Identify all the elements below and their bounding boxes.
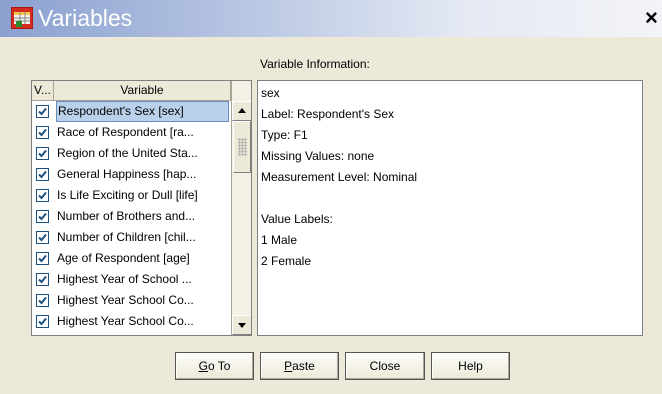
variable-label: Age of Respondent [age] [57,251,190,265]
variable-list[interactable]: V... Variable Respondent's Sex [sex] Race… [31,80,252,336]
variable-information-panel[interactable]: sex Label: Respondent's Sex Type: F1 Missin… [257,80,643,336]
list-scrollbar[interactable] [231,81,251,335]
checkbox[interactable] [36,294,49,307]
spss-variables-icon [10,6,34,30]
variable-label: Region of the United Sta... [57,146,198,160]
scroll-up-button[interactable] [232,101,251,121]
info-line: sex [261,86,280,100]
title-bar: Variables × [0,0,662,37]
scroll-thumb[interactable] [233,121,251,173]
variable-label: Number of Brothers and... [57,209,196,223]
list-item[interactable]: Is Life Exciting or Dull [life] [32,185,231,206]
list-item[interactable]: Respondent's Sex [sex] [32,101,231,122]
info-line: 2 Female [261,254,312,268]
checkmark-icon [38,170,47,179]
checkbox[interactable] [36,168,49,181]
list-item[interactable]: Number of Children [chil... [32,227,231,248]
info-line: Type: F1 [261,128,308,142]
checkmark-icon [38,275,47,284]
column-header-visible[interactable]: V... [32,81,54,101]
variable-information-caption: Variable Information: [260,57,370,71]
list-item[interactable]: General Happiness [hap... [32,164,231,185]
list-rows: Respondent's Sex [sex] Race of Respondent… [32,101,231,332]
paste-button[interactable]: Paste [260,352,339,380]
column-header-variable[interactable]: Variable [54,81,231,101]
info-line: 1 Male [261,233,298,247]
checkbox[interactable] [36,231,49,244]
checkmark-icon [38,191,47,200]
window-title: Variables [38,5,133,31]
checkmark-icon [38,107,47,116]
checkbox[interactable] [36,126,49,139]
list-item[interactable]: Highest Year of School ... [32,269,231,290]
checkmark-icon [38,317,47,326]
checkbox[interactable] [36,252,49,265]
variable-label: Highest Year of School ... [57,272,192,286]
list-header: V... Variable [32,81,231,101]
arrow-up-icon [238,108,246,113]
go-to-button[interactable]: Go To [175,352,254,380]
variable-label: Highest Year School Co... [57,314,194,328]
list-item[interactable]: Age of Respondent [age] [32,248,231,269]
variable-label: General Happiness [hap... [57,167,197,181]
checkmark-icon [38,296,47,305]
info-line [261,188,642,209]
arrow-down-icon [238,323,246,328]
close-window-button[interactable]: × [645,3,662,33]
list-item[interactable]: Highest Year School Co... [32,290,231,311]
variable-label: Is Life Exciting or Dull [life] [57,188,198,202]
close-button[interactable]: Close [345,352,425,380]
checkbox[interactable] [36,105,49,118]
checkmark-icon [38,233,47,242]
checkbox[interactable] [36,273,49,286]
checkmark-icon [38,149,47,158]
list-item[interactable]: Number of Brothers and... [32,206,231,227]
checkmark-icon [38,128,47,137]
list-item[interactable]: Region of the United Sta... [32,143,231,164]
scroll-down-button[interactable] [232,315,251,335]
variable-label: Number of Children [chil... [57,230,196,244]
list-item[interactable]: Highest Year School Co... [32,311,231,332]
variable-label: Highest Year School Co... [57,293,194,307]
checkmark-icon [38,212,47,221]
info-line: Measurement Level: Nominal [261,170,418,184]
checkbox[interactable] [36,210,49,223]
checkbox[interactable] [36,315,49,328]
help-button[interactable]: Help [431,352,510,380]
checkmark-icon [38,254,47,263]
checkbox[interactable] [36,189,49,202]
variable-label: Race of Respondent [ra... [57,125,194,139]
grip-icon [238,138,247,156]
variable-label: Respondent's Sex [sex] [56,101,229,122]
list-item[interactable]: Race of Respondent [ra... [32,122,231,143]
checkbox[interactable] [36,147,49,160]
info-line: Value Labels: [261,212,333,226]
info-line: Missing Values: none [261,149,375,163]
info-line: Label: Respondent's Sex [261,107,395,121]
